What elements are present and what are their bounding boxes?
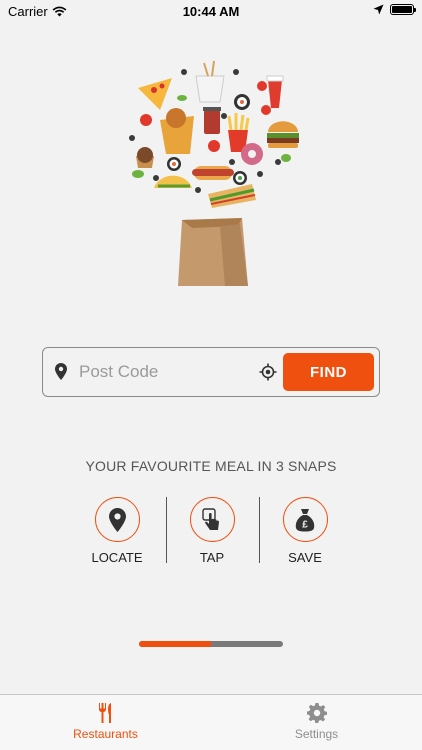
postcode-input[interactable] bbox=[79, 358, 279, 386]
pizza-slice-icon bbox=[138, 78, 172, 110]
location-pin-icon bbox=[55, 363, 67, 380]
location-pin-icon bbox=[108, 507, 126, 532]
step-label: SAVE bbox=[288, 550, 322, 565]
step-save: £ SAVE bbox=[258, 497, 352, 565]
step-icon-circle: £ bbox=[282, 497, 328, 542]
tab-settings[interactable]: Settings bbox=[211, 695, 422, 750]
soda-cup-icon bbox=[266, 75, 284, 108]
steps-row: LOCATE TAP £ SAVE bbox=[70, 497, 353, 565]
step-tap: TAP bbox=[165, 497, 259, 565]
fork-knife-icon bbox=[98, 703, 111, 723]
tab-label: Restaurants bbox=[73, 727, 138, 741]
status-bar: Carrier 10:44 AM bbox=[0, 0, 422, 22]
noodle-box-icon bbox=[195, 60, 225, 103]
tab-bar: Restaurants Settings bbox=[0, 694, 422, 750]
tagline: YOUR FAVOURITE MEAL IN 3 SNAPS bbox=[85, 458, 337, 474]
step-icon-circle bbox=[94, 497, 140, 542]
location-arrow-icon bbox=[373, 4, 384, 15]
food-bag-illustration bbox=[129, 60, 299, 286]
coffee-cup-icon bbox=[203, 107, 221, 134]
step-locate: LOCATE bbox=[70, 497, 164, 565]
sushi-roll-icon bbox=[167, 157, 181, 171]
taco-icon bbox=[154, 175, 192, 188]
gear-icon bbox=[306, 703, 327, 723]
tab-restaurants[interactable]: Restaurants bbox=[0, 695, 211, 750]
svg-text:£: £ bbox=[302, 519, 308, 530]
paper-bag-icon bbox=[178, 218, 248, 286]
hot-dog-icon bbox=[192, 166, 234, 180]
progress-fill bbox=[139, 641, 211, 647]
battery-icon bbox=[390, 4, 416, 15]
status-right bbox=[373, 4, 416, 15]
step-label: LOCATE bbox=[91, 550, 143, 565]
postcode-search-box: FIND bbox=[42, 347, 380, 397]
find-button[interactable]: FIND bbox=[283, 353, 374, 391]
donut-icon bbox=[241, 143, 263, 165]
sushi-roll-icon bbox=[234, 94, 250, 110]
clock: 10:44 AM bbox=[182, 4, 240, 19]
tab-label: Settings bbox=[294, 727, 339, 741]
sushi-roll-icon bbox=[233, 171, 247, 185]
money-bag-icon: £ bbox=[295, 508, 315, 531]
muffin-icon bbox=[136, 147, 154, 168]
burger-icon bbox=[267, 121, 299, 148]
step-icon-circle bbox=[189, 497, 235, 542]
onboarding-progress-bar bbox=[139, 641, 283, 647]
tap-finger-icon bbox=[202, 507, 219, 530]
step-label: TAP bbox=[199, 550, 225, 565]
fried-chicken-icon bbox=[160, 108, 194, 154]
current-location-icon[interactable] bbox=[259, 363, 277, 381]
sandwich-icon bbox=[208, 184, 256, 208]
